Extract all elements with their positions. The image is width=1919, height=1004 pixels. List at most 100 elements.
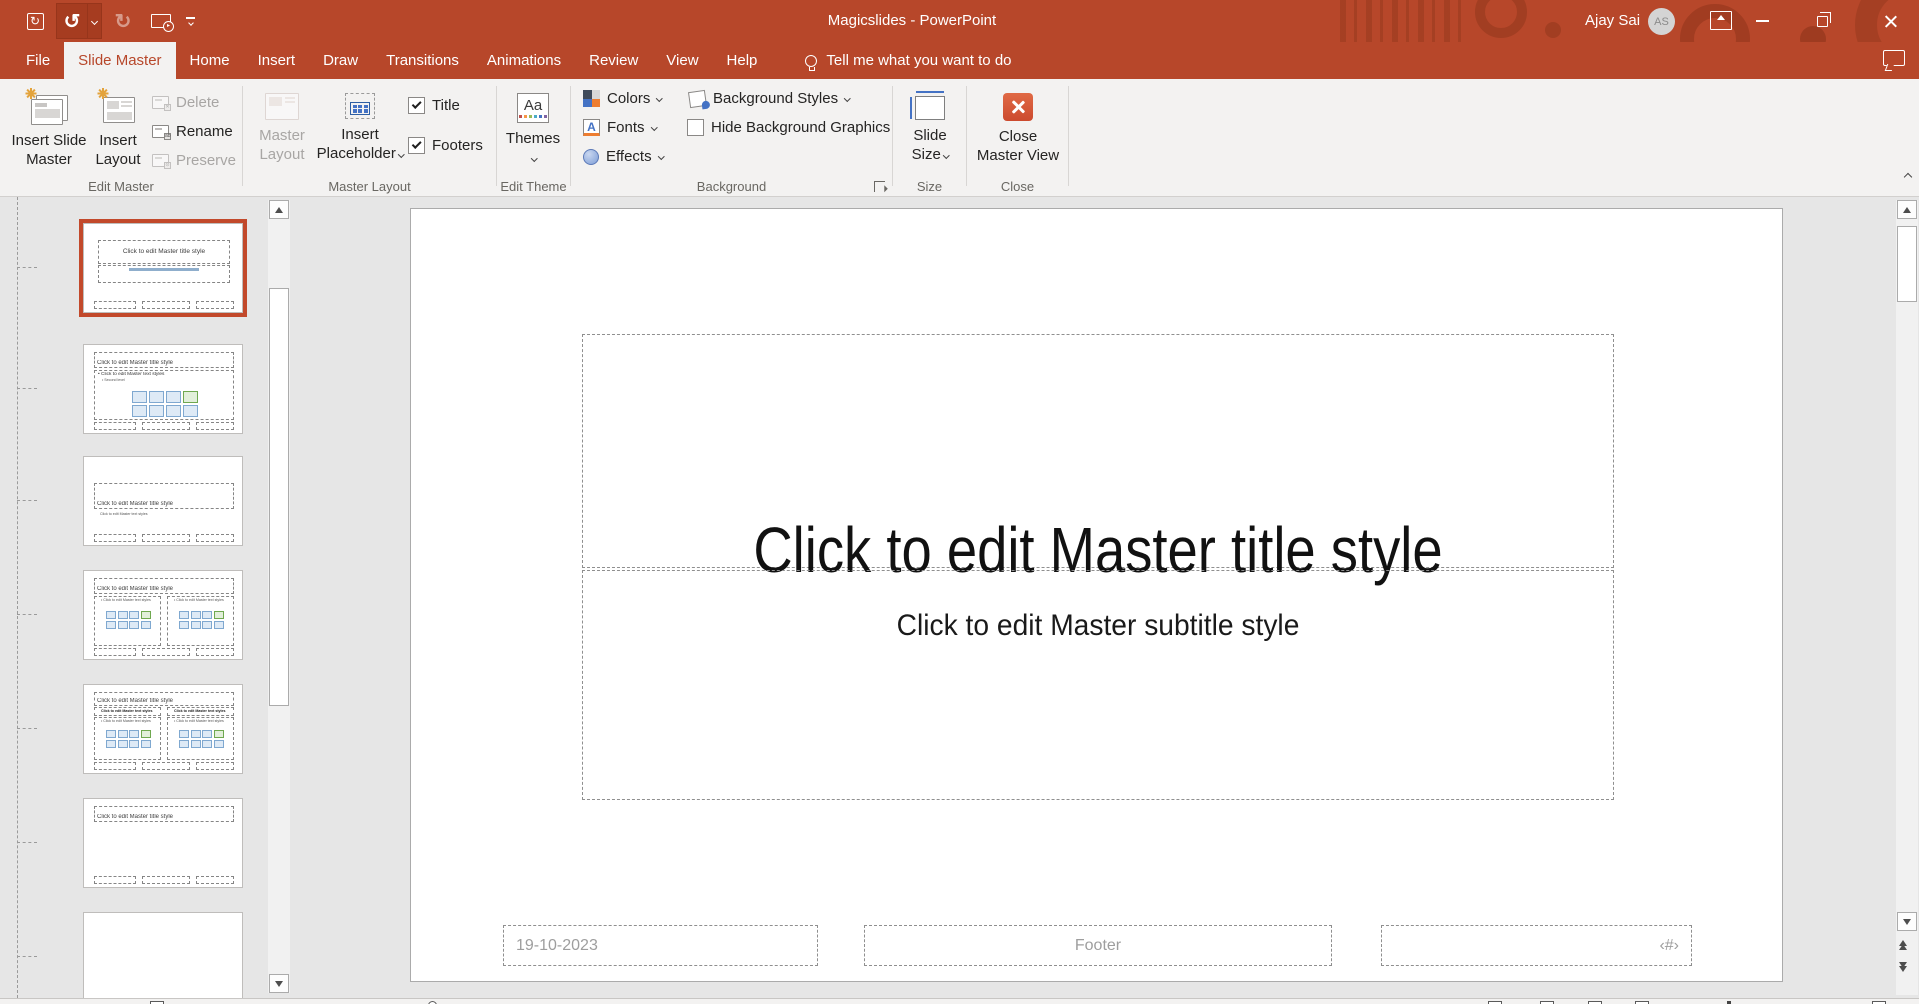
mini-number-placeholder (196, 648, 234, 656)
subtitle-placeholder[interactable]: Click to edit Master subtitle style (582, 570, 1614, 800)
mini-number-placeholder (196, 301, 234, 309)
tab-transitions[interactable]: Transitions (372, 42, 473, 79)
workspace: Click to edit Master title style Click to… (0, 197, 1919, 998)
status-bar: Slide Master English (India) Accessibili… (0, 998, 1919, 1004)
title-checkbox-label: Title (432, 97, 460, 114)
mini-footer-placeholder (142, 422, 190, 430)
undo-button-group[interactable]: ↺ (56, 3, 102, 39)
mini-body-text: • Click to edit Master text styles (174, 598, 236, 602)
collapse-ribbon-icon[interactable] (1905, 167, 1911, 184)
checkbox-checked-icon (408, 97, 425, 114)
background-styles-dropdown[interactable]: Background Styles (689, 90, 850, 107)
tab-insert[interactable]: Insert (244, 42, 310, 79)
slide-size-button[interactable]: SlideSize (901, 85, 959, 188)
titlebar-artwork (1545, 22, 1561, 38)
content-icons-grid (132, 391, 198, 417)
avatar[interactable]: AS (1648, 8, 1675, 35)
scroll-up-icon[interactable] (269, 200, 289, 219)
scroll-down-icon[interactable] (1897, 912, 1917, 931)
restore-button[interactable] (1798, 0, 1846, 42)
tab-slide-master[interactable]: Slide Master (64, 42, 175, 79)
tab-view[interactable]: View (652, 42, 712, 79)
slide-number-placeholder[interactable]: ‹#› (1381, 925, 1692, 966)
ribbon-display-options-button[interactable] (1710, 11, 1732, 30)
slide-thumbnail-3-section-header[interactable]: Click to edit Master title styleClick to… (83, 456, 243, 546)
mini-footer-placeholder (142, 648, 190, 656)
mini-title-placeholder: Click to edit Master title style (98, 240, 230, 264)
slide-thumbnail-2-title-content[interactable]: Click to edit Master title style• Click … (83, 344, 243, 434)
previous-slide-icon[interactable] (1899, 940, 1907, 950)
tab-file[interactable]: File (12, 42, 64, 79)
content-icons-grid (106, 611, 151, 629)
mini-body-text: • Second level (102, 378, 234, 382)
title-checkbox[interactable]: Title (408, 97, 460, 114)
close-icon (1883, 14, 1898, 29)
title-placeholder[interactable]: Click to edit Master title style (582, 334, 1614, 568)
mini-date-placeholder (94, 762, 136, 770)
mini-date-placeholder (94, 422, 136, 430)
next-slide-icon[interactable] (1899, 962, 1907, 972)
tell-me-label: Tell me what you want to do (826, 52, 1011, 69)
subtitle-placeholder-text: Click to edit Master subtitle style (614, 609, 1582, 643)
insert-slide-master-button[interactable]: Insert SlideMaster (8, 85, 90, 188)
insert-layout-button[interactable]: InsertLayout (92, 85, 144, 188)
footers-checkbox[interactable]: Footers (408, 137, 483, 154)
group-label-size: Size (893, 179, 966, 194)
footer-placeholder[interactable]: Footer (864, 925, 1332, 966)
comments-icon[interactable] (1883, 50, 1905, 66)
user-name[interactable]: Ajay Sai (1585, 0, 1640, 42)
mini-body-text: • Click to edit Master text styles (101, 719, 163, 723)
scroll-down-icon[interactable] (269, 974, 289, 993)
tab-help[interactable]: Help (713, 42, 772, 79)
group-label-master-layout: Master Layout (243, 179, 496, 194)
scrollbar-thumb[interactable] (269, 288, 289, 706)
titlebar-artwork (1340, 0, 1465, 42)
slide-thumbnail-7-blank[interactable] (83, 912, 243, 1002)
close-master-view-button[interactable]: CloseMaster View (973, 85, 1063, 188)
group-label-close: Close (967, 179, 1068, 194)
quick-access-toolbar: ↻ ↺ ↻ ▸ (20, 0, 195, 42)
scrollbar-thumb[interactable] (1897, 226, 1917, 302)
mini-number-placeholder (196, 422, 234, 430)
mini-title-text: Click to edit Master title style (99, 248, 229, 255)
mini-title-text: Click to edit Master title style (97, 698, 231, 704)
start-from-beginning-button[interactable]: ▸ (146, 4, 176, 38)
canvas-scrollbar[interactable] (1896, 200, 1918, 995)
tab-animations[interactable]: Animations (473, 42, 575, 79)
undo-icon[interactable]: ↺ (57, 4, 87, 38)
undo-dropdown[interactable] (87, 4, 101, 38)
mini-body-text: • Click to edit Master text styles (174, 719, 236, 723)
date-placeholder[interactable]: 19-10-2023 (503, 925, 818, 966)
slide-number-text: ‹#› (1659, 937, 1679, 955)
minimize-button[interactable] (1738, 0, 1786, 42)
scroll-up-icon[interactable] (1897, 200, 1917, 219)
hide-background-graphics-label: Hide Background Graphics (711, 119, 890, 136)
tab-review[interactable]: Review (575, 42, 652, 79)
close-button[interactable] (1866, 0, 1914, 42)
footer-text: Footer (1075, 937, 1121, 955)
powerpoint-window: ↻ ↺ ↻ ▸ Magicslides - PowerPoint Ajay Sa… (0, 0, 1919, 1004)
thumbnail-scrollbar[interactable] (268, 200, 290, 993)
customize-qat-button[interactable] (186, 17, 195, 25)
tab-home[interactable]: Home (176, 42, 244, 79)
tab-draw[interactable]: Draw (309, 42, 372, 79)
slide-thumbnail-4-two-content[interactable]: Click to edit Master title style • Click … (83, 570, 243, 660)
slide-thumbnail-5-comparison[interactable]: Click to edit Master title styleClick to… (83, 684, 243, 774)
insert-placeholder-button[interactable]: InsertPlaceholder (315, 85, 405, 188)
rename-button[interactable]: ab Rename (152, 119, 233, 143)
tell-me-box[interactable]: Tell me what you want to do (805, 42, 1011, 79)
colors-dropdown[interactable]: Colors (583, 90, 662, 107)
effects-dropdown[interactable]: Effects (583, 148, 663, 165)
mini-title-placeholder: Click to edit Master title style (94, 578, 234, 594)
fonts-dropdown[interactable]: A Fonts (583, 119, 656, 136)
date-text: 19-10-2023 (516, 937, 598, 955)
content-icons-grid (179, 730, 224, 748)
hide-background-graphics-checkbox[interactable]: Hide Background Graphics (687, 119, 890, 136)
slide-thumbnail-1-title-slide[interactable]: Click to edit Master title style (83, 223, 243, 313)
save-button[interactable]: ↻ (20, 4, 50, 38)
start-from-beginning-icon: ▸ (151, 14, 171, 28)
slide-thumbnail-6-title-only[interactable]: Click to edit Master title style (83, 798, 243, 888)
themes-button[interactable]: Aa Themes (503, 85, 563, 188)
effects-icon (583, 149, 599, 165)
group-label-edit-theme: Edit Theme (497, 179, 570, 194)
